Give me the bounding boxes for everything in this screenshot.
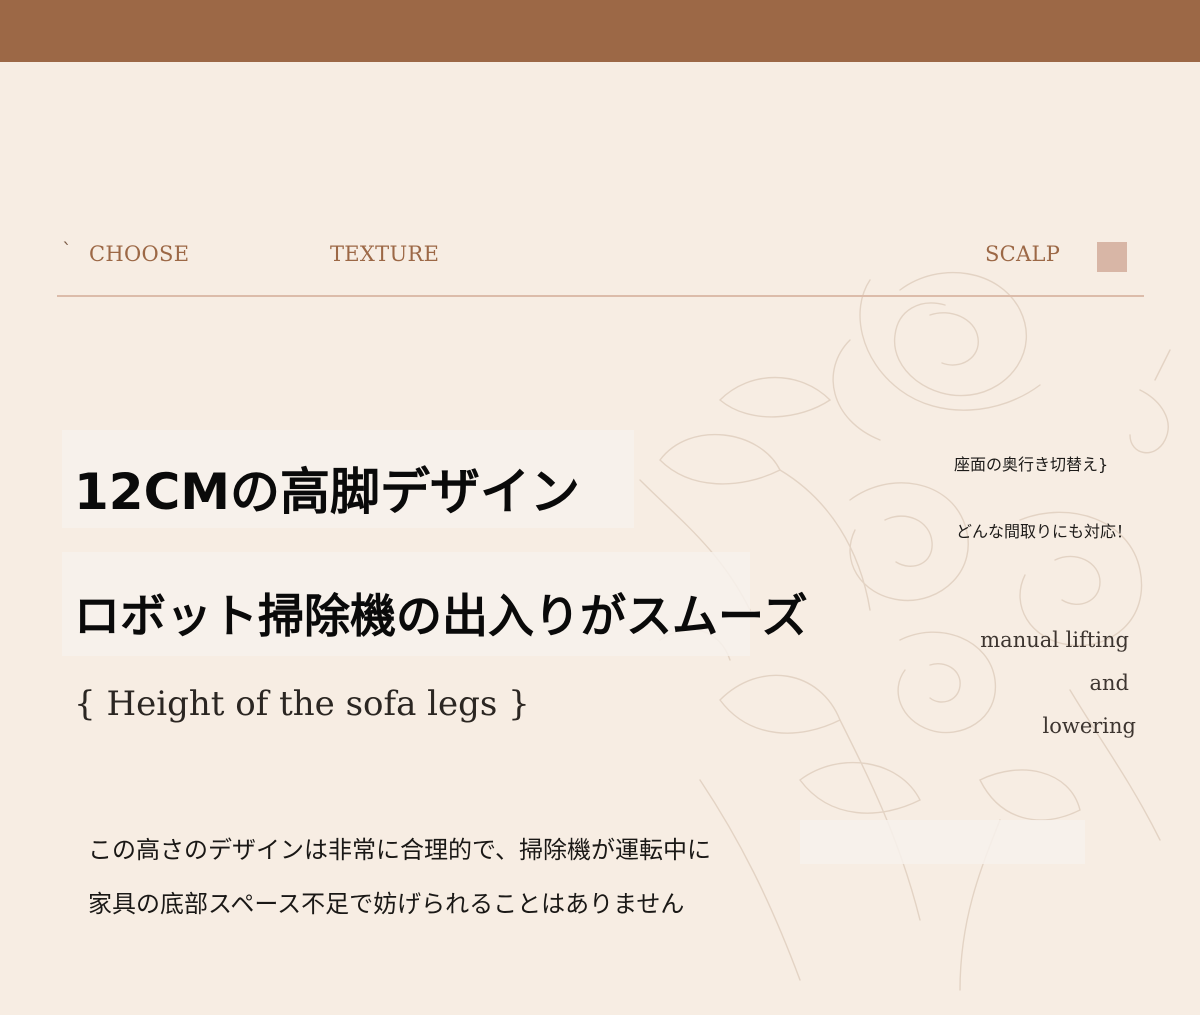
nav-divider (57, 295, 1144, 297)
accent-square (1097, 242, 1127, 272)
nav-item-choose[interactable]: CHOOSE (89, 242, 189, 266)
body-text-line-1: この高さのデザインは非常に合理的で、掃除機が運転中に (88, 836, 712, 864)
body-backdrop (800, 820, 1085, 864)
nav-item-texture[interactable]: TEXTURE (330, 242, 439, 266)
nav-item-scalp[interactable]: SCALP (985, 242, 1060, 266)
top-banner-bar (0, 0, 1200, 62)
side-note-en-3: lowering (1042, 714, 1137, 738)
side-note-jp-1: 座面の奥行き切替え} (954, 455, 1109, 474)
body-text-line-2: 家具の底部スペース不足で妨げられることはありません (88, 890, 685, 918)
subtitle-sofa-legs: { Height of the sofa legs } (74, 684, 530, 724)
side-note-jp-2: どんな間取りにも対応！ (956, 522, 1133, 541)
headline-line-2: ロボット掃除機の出入りがスムーズ (74, 589, 808, 643)
side-note-en-1: manual lifting (980, 628, 1129, 652)
side-note-en-2: and (1089, 671, 1130, 695)
nav-tick-mark: ` (62, 238, 72, 262)
headline-line-1: 12CMの高脚デザイン (74, 463, 581, 521)
